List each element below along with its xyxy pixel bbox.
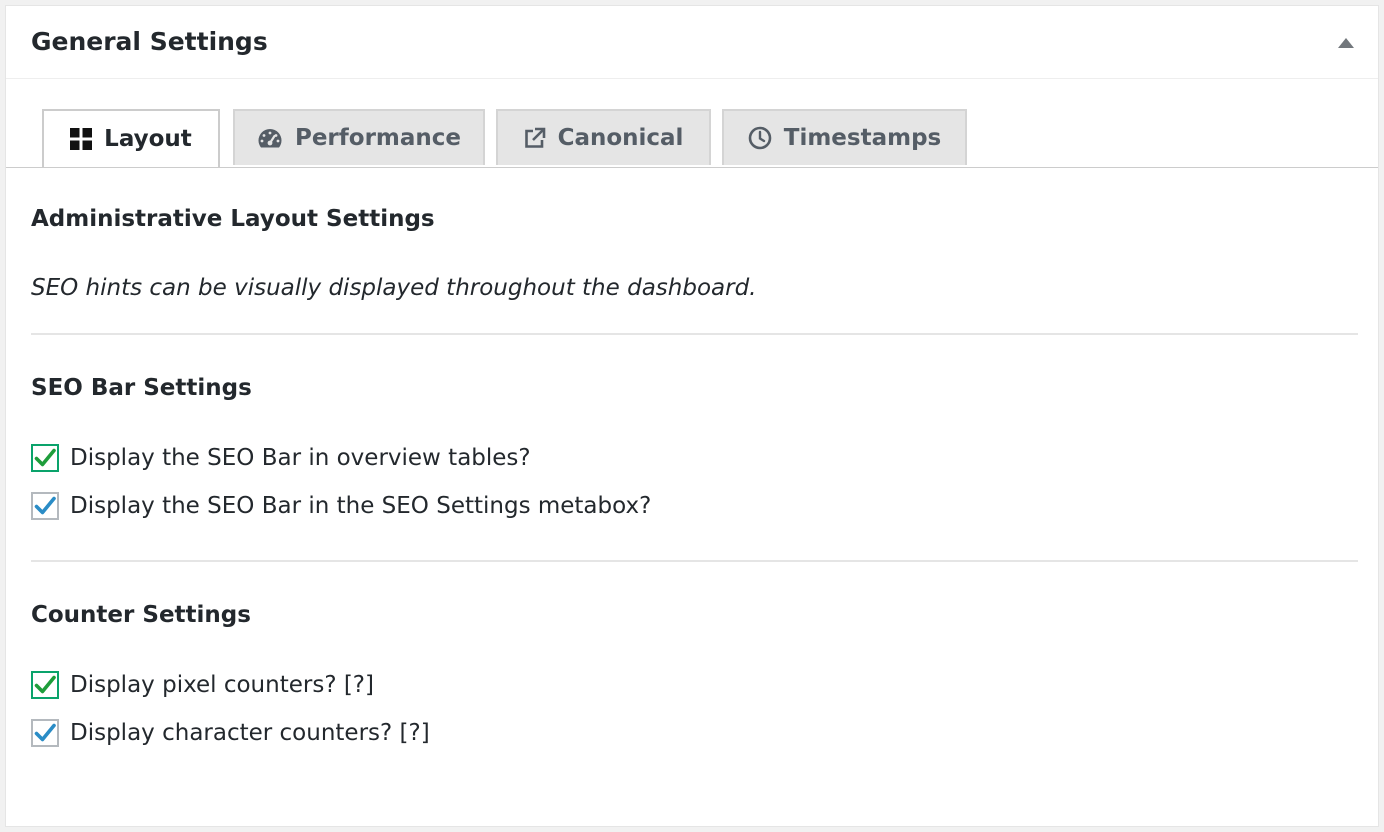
seo-bar-metabox-checkbox[interactable] <box>31 492 59 520</box>
checkmark-icon <box>34 448 56 467</box>
grid-icon <box>70 128 93 150</box>
pixel-counter-checkbox[interactable] <box>31 671 59 699</box>
checkmark-icon <box>34 675 56 694</box>
clock-icon <box>748 126 772 150</box>
seo-bar-metabox-label[interactable]: Display the SEO Bar in the SEO Settings … <box>70 493 651 519</box>
pixel-counter-option: Display pixel counters? [?] <box>31 661 1358 709</box>
character-counter-checkbox[interactable] <box>31 719 59 747</box>
character-counter-label[interactable]: Display character counters? [?] <box>70 720 430 746</box>
dashboard-icon <box>257 127 283 149</box>
counter-section-title: Counter Settings <box>31 602 251 628</box>
tab-content-layout: Administrative Layout Settings SEO hints… <box>6 168 1378 757</box>
tab-performance[interactable]: Performance <box>233 109 485 165</box>
collapse-toggle-icon[interactable] <box>1338 38 1354 48</box>
seo-bar-metabox-option: Display the SEO Bar in the SEO Settings … <box>31 482 1358 530</box>
seo-bar-overview-label[interactable]: Display the SEO Bar in overview tables? <box>70 445 531 471</box>
tab-layout-label: Layout <box>104 126 192 152</box>
tab-timestamps-label: Timestamps <box>783 125 942 151</box>
tab-bar: Layout Performance Canonical Timestamps <box>6 79 1378 168</box>
seo-bar-section-title: SEO Bar Settings <box>31 375 252 401</box>
panel-header: General Settings <box>6 6 1378 79</box>
counter-options: Display pixel counters? [?] Display char… <box>31 661 1358 757</box>
layout-section-title: Administrative Layout Settings <box>31 206 435 232</box>
tab-performance-label: Performance <box>294 125 462 151</box>
general-settings-panel: General Settings Layout Performance Cano… <box>5 5 1379 827</box>
tab-canonical-label: Canonical <box>557 125 684 151</box>
checkmark-icon <box>34 723 56 742</box>
tab-canonical[interactable]: Canonical <box>496 109 711 165</box>
tab-timestamps[interactable]: Timestamps <box>722 109 967 165</box>
external-link-icon <box>524 127 546 149</box>
checkmark-icon <box>34 496 56 515</box>
seo-bar-overview-checkbox[interactable] <box>31 444 59 472</box>
character-counter-option: Display character counters? [?] <box>31 709 1358 757</box>
tab-layout[interactable]: Layout <box>42 109 220 167</box>
seo-bar-options: Display the SEO Bar in overview tables? … <box>31 434 1358 530</box>
seo-bar-overview-option: Display the SEO Bar in overview tables? <box>31 434 1358 482</box>
layout-section-description: SEO hints can be visually displayed thro… <box>31 275 757 301</box>
panel-title: General Settings <box>31 27 268 56</box>
pixel-counter-label[interactable]: Display pixel counters? [?] <box>70 672 374 698</box>
